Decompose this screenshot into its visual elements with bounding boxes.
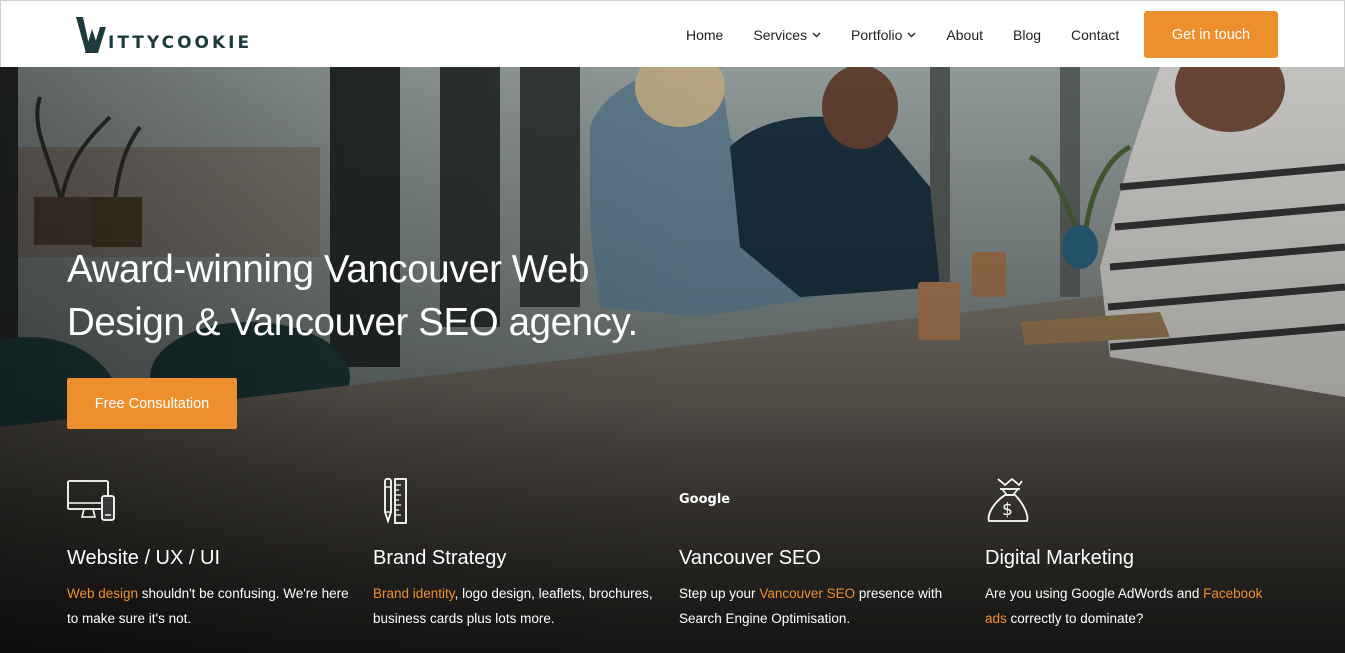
google-icon: Google [679, 492, 730, 507]
features-row: Website / UX / UI Web design shouldn't b… [0, 477, 1345, 653]
feature-text: Brand identity, logo design, leaflets, b… [373, 581, 663, 631]
brand-identity-link[interactable]: Brand identity [373, 586, 455, 601]
feature-digital-marketing: $ Digital Marketing Are you using Google… [985, 477, 1285, 626]
logo[interactable]: ITTYCOOKIE [76, 13, 252, 53]
svg-text:$: $ [1002, 500, 1013, 520]
nav-item-contact[interactable]: Contact [1071, 27, 1119, 43]
nav-item-portfolio[interactable]: Portfolio [851, 27, 916, 43]
nav-item-blog[interactable]: Blog [1013, 27, 1041, 43]
hero-title: Award-winning Vancouver Web Design & Van… [67, 243, 707, 349]
feature-title: Vancouver SEO [679, 547, 821, 569]
free-consultation-button[interactable]: Free Consultation [67, 378, 237, 429]
nav-item-label: Contact [1071, 26, 1120, 43]
nav-item-home[interactable]: Home [686, 27, 723, 43]
google-icon-text: Google [679, 492, 730, 507]
feature-vancouver-seo: Google Vancouver SEO Step up your Vancou… [679, 477, 979, 626]
feature-text-before: Step up your [679, 586, 760, 601]
feature-title: Digital Marketing [985, 547, 1134, 569]
feature-text: Web design shouldn't be confusing. We're… [67, 581, 357, 631]
site-header: ITTYCOOKIE Home Services Portfolio About… [0, 0, 1345, 67]
pencil-ruler-icon [384, 477, 407, 524]
nav-item-label: About [946, 26, 983, 43]
feature-title: Brand Strategy [373, 547, 507, 569]
chevron-down-icon [812, 32, 821, 37]
feature-website-ux-ui: Website / UX / UI Web design shouldn't b… [67, 477, 367, 626]
nav-item-label: Blog [1013, 26, 1042, 43]
logo-text: ITTYCOOKIE [108, 33, 253, 53]
nav-item-label: Services [753, 26, 808, 43]
nav-item-label: Portfolio [851, 26, 903, 43]
vancouver-seo-link[interactable]: Vancouver SEO [759, 586, 855, 601]
devices-icon [67, 480, 115, 521]
hero-title-line-2: Design & Vancouver SEO agency. [67, 301, 638, 344]
web-design-link[interactable]: Web design [67, 586, 138, 601]
main-nav: Home Services Portfolio About Blog Conta… [686, 1, 1149, 68]
feature-title: Website / UX / UI [67, 547, 221, 569]
feature-text: Step up your Vancouver SEO presence with… [679, 581, 969, 631]
feature-text-after: correctly to dominate? [1006, 611, 1144, 626]
feature-brand-strategy: Brand Strategy Brand identity, logo desi… [373, 477, 673, 626]
nav-item-about[interactable]: About [946, 27, 983, 43]
feature-text-before: Are you using Google AdWords and [985, 586, 1204, 601]
feature-text: Are you using Google AdWords and Faceboo… [985, 581, 1275, 631]
logo-w-mark-icon [76, 17, 106, 53]
nav-item-services[interactable]: Services [753, 27, 821, 43]
hero-title-line-1: Award-winning Vancouver Web [67, 248, 590, 291]
chevron-down-icon [907, 32, 916, 37]
money-bag-icon: $ [987, 477, 1029, 522]
nav-item-label: Home [686, 26, 724, 43]
get-in-touch-button[interactable]: Get in touch [1144, 11, 1278, 58]
hero-section: Award-winning Vancouver Web Design & Van… [0, 67, 1345, 653]
